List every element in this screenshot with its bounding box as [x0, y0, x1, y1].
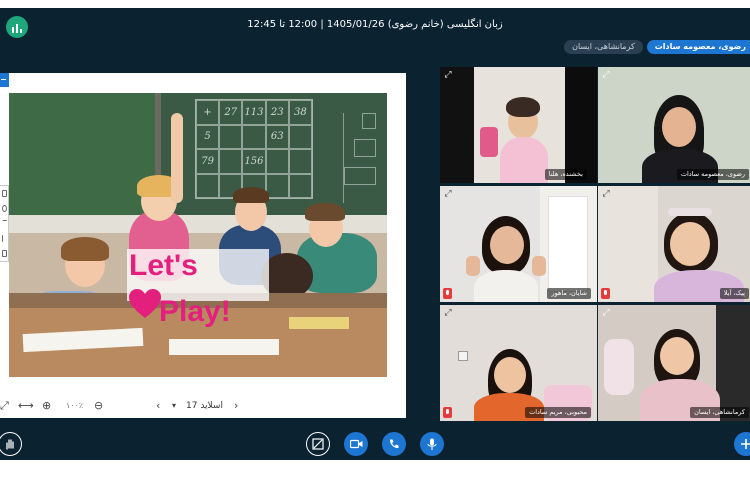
- microphone-button[interactable]: [420, 432, 444, 456]
- bottom-controls: [0, 428, 750, 460]
- undo-tool-icon[interactable]: [1, 250, 7, 257]
- mic-muted-icon: [443, 288, 452, 299]
- expand-video-icon[interactable]: ⤢: [443, 308, 453, 318]
- slide-dropdown-chevron-icon[interactable]: ▾: [172, 399, 176, 413]
- pen-tool-icon[interactable]: [1, 190, 7, 197]
- mic-muted-icon: [443, 407, 452, 418]
- participant-name: بخشنده، هلنا: [544, 169, 587, 180]
- expand-video-icon[interactable]: ⤢: [443, 189, 453, 199]
- line-tool-icon[interactable]: [1, 235, 7, 242]
- presentation-area: +27 113 23 38 5 63 79 156 Let's Play! ⤢ …: [0, 73, 406, 418]
- text-tool-icon[interactable]: [1, 220, 7, 227]
- heart-icon: [129, 289, 161, 318]
- participant-name: شایان، ماهور: [547, 288, 591, 299]
- participant-name: رضوی، معصومه سادات: [676, 169, 749, 180]
- actions-plus-button[interactable]: [734, 432, 750, 456]
- meeting-title: زبان انگلیسی (خانم رضوی) 1405/01/26 | 12…: [247, 19, 503, 30]
- screen-share-icon: [312, 438, 324, 450]
- microphone-icon: [427, 438, 437, 450]
- shape-tool-icon[interactable]: [1, 205, 7, 212]
- plus-icon: [741, 439, 750, 449]
- video-tile[interactable]: ⤢ پیک، آیلا: [598, 186, 750, 302]
- minimize-presentation-button[interactable]: [0, 73, 9, 87]
- chalkboard: +27 113 23 38 5 63 79 156: [9, 93, 387, 215]
- slide-title-line1: Let's: [129, 249, 198, 282]
- fullscreen-icon[interactable]: ⤢: [0, 399, 9, 413]
- user-chips: کرمانشاهی، ایسان رضوی، معصومه سادات: [564, 40, 750, 54]
- expand-video-icon[interactable]: ⤢: [601, 308, 611, 318]
- presentation-toolbar: ⤢ ⟷ ⊕ ۱۰۰٪ ⊖ ‹ ▾ اسلاید 17 ›: [0, 397, 406, 417]
- user-chip-active[interactable]: رضوی، معصومه سادات: [646, 40, 750, 54]
- video-tile[interactable]: ⤢ کرمانشاهی، ایسان: [598, 305, 750, 421]
- zoom-out-icon[interactable]: ⊖: [94, 399, 103, 413]
- leave-audio-button[interactable]: [382, 432, 406, 456]
- phone-icon: [389, 439, 399, 449]
- participant-name: کرمانشاهی، ایسان: [690, 407, 749, 418]
- slide-selector[interactable]: اسلاید 17: [186, 401, 223, 411]
- mic-muted-icon: [601, 288, 610, 299]
- conference-app: زبان انگلیسی (خانم رضوی) 1405/01/26 | 12…: [0, 8, 750, 460]
- video-tile[interactable]: ⤢ شایان، ماهور: [440, 186, 597, 302]
- screen-share-button[interactable]: [306, 432, 330, 456]
- video-tile-active-speaker[interactable]: ⤢ رضوی، معصومه سادات: [598, 67, 750, 183]
- zoom-level: ۱۰۰٪: [66, 401, 84, 410]
- annotation-toolbar: [0, 185, 9, 262]
- video-tile[interactable]: ⤢ بخشنده، هلنا: [440, 67, 597, 183]
- fit-width-icon[interactable]: ⟷: [18, 399, 34, 413]
- expand-video-icon[interactable]: ⤢: [601, 70, 611, 80]
- previous-slide-icon[interactable]: ‹: [156, 399, 160, 413]
- expand-video-icon[interactable]: ⤢: [443, 70, 453, 80]
- board-number-grid: +27 113 23 38 5 63 79 156: [195, 99, 313, 199]
- presentation-slide: +27 113 23 38 5 63 79 156 Let's Play!: [9, 93, 387, 377]
- next-slide-icon[interactable]: ›: [234, 399, 238, 413]
- participant-name: پیک، آیلا: [719, 288, 749, 299]
- camera-button[interactable]: [344, 432, 368, 456]
- hand-icon: [6, 439, 14, 450]
- raise-hand-button[interactable]: [0, 432, 22, 456]
- camera-icon: [349, 439, 362, 449]
- top-bar: زبان انگلیسی (خانم رضوی) 1405/01/26 | 12…: [0, 8, 750, 66]
- user-chip[interactable]: کرمانشاهی، ایسان: [564, 40, 643, 54]
- video-tile[interactable]: ⤢ محبوبی، مریم سادات: [440, 305, 597, 421]
- zoom-in-icon[interactable]: ⊕: [42, 399, 51, 413]
- slide-title-line2: Play!: [159, 295, 231, 328]
- participant-name: محبوبی، مریم سادات: [525, 407, 591, 418]
- expand-video-icon[interactable]: ⤢: [601, 189, 611, 199]
